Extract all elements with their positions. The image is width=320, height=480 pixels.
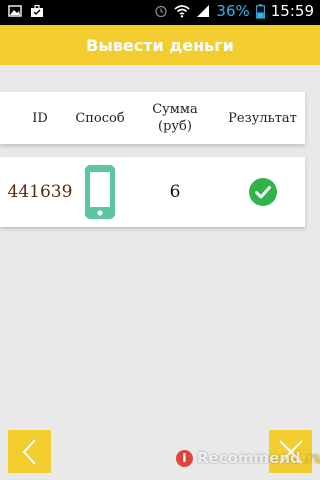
watermark-badge: I	[176, 449, 193, 467]
chevron-left-icon	[22, 438, 36, 465]
table-row[interactable]: 441639 6	[0, 157, 305, 227]
column-header-amount-line1: Сумма	[152, 102, 198, 117]
battery-percent: 36%	[216, 2, 250, 20]
smartphone-icon	[85, 165, 115, 219]
watermark-suffix: .ru	[300, 449, 320, 467]
column-header-amount-line2: (руб)	[158, 119, 192, 134]
briefcase-icon	[31, 4, 43, 17]
column-header-result-label: Результат	[228, 110, 297, 126]
row-id: 441639	[7, 182, 73, 202]
status-right-icons: 36% 15:59	[154, 2, 314, 20]
column-header-amount-label: Сумма (руб)	[152, 101, 198, 135]
status-bar: 36% 15:59	[0, 0, 320, 25]
row-amount-cell: 6	[140, 157, 210, 227]
battery-icon	[255, 3, 265, 19]
column-header-method: Способ	[70, 92, 130, 144]
clock: 15:59	[270, 2, 314, 20]
column-header-result: Результат	[220, 92, 305, 144]
row-result-cell	[220, 157, 305, 227]
app-header: Вывести деньги	[0, 25, 320, 65]
row-amount: 6	[169, 182, 181, 202]
column-header-id: ID	[0, 92, 80, 144]
wifi-icon	[174, 5, 190, 18]
column-header-method-label: Способ	[75, 110, 125, 126]
watermark: I Recommend .ru	[176, 449, 320, 467]
watermark-text: Recommend	[197, 449, 301, 467]
image-icon	[8, 5, 22, 17]
page-title: Вывести деньги	[86, 35, 234, 55]
column-header-amount: Сумма (руб)	[140, 92, 210, 144]
check-circle-icon	[248, 178, 277, 206]
column-header-id-label: ID	[32, 110, 48, 126]
row-method-cell	[70, 157, 130, 227]
table-header: ID Способ Сумма (руб) Результат	[0, 92, 305, 144]
row-id-cell: 441639	[0, 157, 80, 227]
status-left-icons	[8, 4, 44, 18]
back-button[interactable]	[8, 430, 51, 473]
alarm-icon	[155, 5, 168, 18]
signal-icon	[197, 5, 210, 17]
